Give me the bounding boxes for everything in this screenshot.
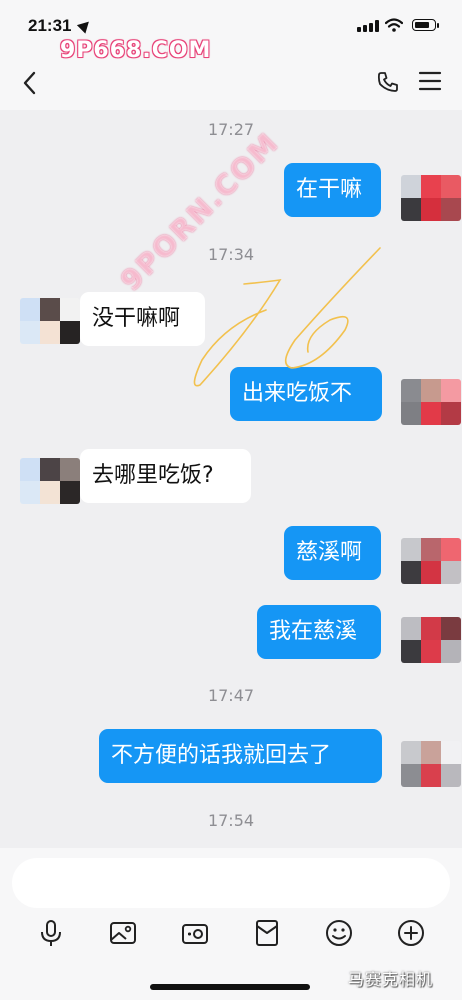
contact-avatar[interactable] bbox=[20, 298, 80, 344]
wifi-icon bbox=[385, 18, 403, 32]
timestamp: 17:34 bbox=[207, 245, 255, 264]
message-bubble-outgoing[interactable]: 慈溪啊 bbox=[284, 526, 381, 580]
self-avatar[interactable] bbox=[401, 379, 461, 425]
self-avatar[interactable] bbox=[401, 741, 461, 787]
back-arrow-icon[interactable] bbox=[20, 70, 40, 96]
emoji-icon[interactable] bbox=[324, 918, 354, 948]
timestamp: 17:54 bbox=[207, 811, 255, 830]
signal-icon bbox=[357, 20, 379, 32]
message-bubble-incoming[interactable]: 没干嘛啊 bbox=[80, 292, 205, 346]
timestamp: 17:47 bbox=[207, 686, 255, 705]
camera-icon[interactable] bbox=[180, 918, 210, 948]
image-icon[interactable] bbox=[108, 918, 138, 948]
battery-cap bbox=[437, 23, 439, 28]
watermark-diagonal: 9PORN.COM bbox=[114, 125, 286, 298]
watermark-bottom: 马赛克相机 bbox=[348, 970, 434, 989]
status-time: 21:31 bbox=[28, 16, 72, 35]
self-avatar[interactable] bbox=[401, 538, 461, 584]
message-bubble-outgoing[interactable]: 出来吃饭不 bbox=[230, 367, 382, 421]
self-avatar[interactable] bbox=[401, 617, 461, 663]
menu-icon[interactable] bbox=[418, 70, 442, 92]
battery-icon bbox=[412, 19, 436, 31]
message-bubble-outgoing[interactable]: 不方便的话我就回去了 bbox=[99, 729, 382, 783]
self-avatar[interactable] bbox=[401, 175, 461, 221]
message-bubble-incoming[interactable]: 去哪里吃饭? bbox=[80, 449, 251, 503]
microphone-icon[interactable] bbox=[36, 918, 66, 948]
contact-avatar[interactable] bbox=[20, 458, 80, 504]
plus-icon[interactable] bbox=[396, 918, 426, 948]
timestamp: 17:27 bbox=[207, 120, 255, 139]
message-bubble-outgoing[interactable]: 我在慈溪 bbox=[257, 605, 381, 659]
home-indicator[interactable] bbox=[150, 984, 310, 990]
message-input[interactable] bbox=[12, 858, 450, 908]
watermark-top: 9P668.COM bbox=[60, 38, 212, 63]
red-packet-icon[interactable] bbox=[252, 918, 282, 948]
message-bubble-outgoing[interactable]: 在干嘛 bbox=[284, 163, 381, 217]
phone-call-icon[interactable] bbox=[376, 70, 400, 94]
